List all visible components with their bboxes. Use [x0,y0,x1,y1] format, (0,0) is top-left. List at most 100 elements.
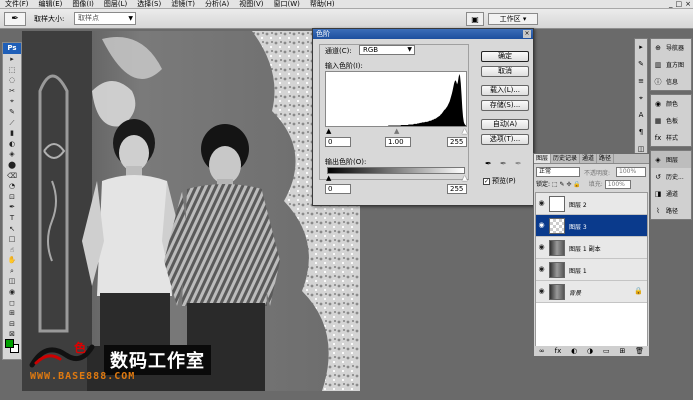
tool-button-icon[interactable]: ⌕ [3,266,21,277]
gamma-slider[interactable]: ▲ [394,128,399,135]
menu-layer[interactable]: 图层(L) [99,0,132,9]
menu-window[interactable]: 窗口(W) [268,0,304,9]
tool-button-icon[interactable]: ✋ [3,255,21,266]
cancel-button[interactable]: 取消 [481,66,529,77]
tool-button-icon[interactable]: ◫ [3,276,21,287]
tool-button-icon[interactable]: ◻ [3,298,21,309]
layer-mask-icon[interactable]: ◐ [571,347,577,355]
menu-analysis[interactable]: 分析(A) [200,0,234,9]
tool-button-icon[interactable]: ✂ [3,86,21,97]
black-eyedropper-icon[interactable]: ✒ [485,159,492,168]
menu-view[interactable]: 视图(V) [234,0,268,9]
tool-button-icon[interactable]: ◉ [3,287,21,298]
tool-button-icon[interactable]: ☝ [3,245,21,256]
gray-eyedropper-icon[interactable]: ✒ [500,159,507,168]
options-button[interactable]: 选项(T)... [481,134,529,145]
tab-channels[interactable]: 通道 [580,154,598,163]
output-black-slider[interactable]: ▲ [326,175,331,182]
tool-button-icon[interactable]: ▸ [3,54,21,65]
dock-item-swatches[interactable]: ▦ 色板 [651,112,691,129]
tool-button-icon[interactable]: T [3,213,21,224]
blend-mode-select[interactable]: 正常 [536,167,580,177]
eye-icon[interactable]: ◉ [537,287,546,296]
strip-tool-icon[interactable]: ▸ [635,39,647,56]
eye-icon[interactable]: ◉ [537,199,546,208]
sample-size-select[interactable]: 取样点 ▼ [74,12,136,25]
strip-presets-icon[interactable]: ≡ [635,73,647,90]
strip-paragraph-icon[interactable]: ¶ [635,124,647,141]
tool-button-icon[interactable]: ▮ [3,128,21,139]
input-white-field[interactable]: 255 [447,137,467,147]
eye-icon[interactable]: ◉ [537,265,546,274]
tab-layers[interactable]: 图层 [534,154,552,163]
save-button[interactable]: 存储(S)... [481,100,529,111]
channel-select[interactable]: RGB ▼ [359,45,415,55]
strip-brush-icon[interactable]: ✎ [635,56,647,73]
dock-item-navigator[interactable]: ⊕ 导航器 [651,39,691,56]
new-layer-icon[interactable]: ⊞ [619,347,625,355]
link-layers-icon[interactable]: ∞ [539,347,545,355]
tool-button-icon[interactable]: ✎ [3,107,21,118]
load-button[interactable]: 载入(L)... [481,85,529,96]
layer-row[interactable]: ◉ 图层 2 [536,193,647,215]
tool-button-icon[interactable]: ⬤ [3,160,21,171]
white-eyedropper-icon[interactable]: ✒ [515,159,522,168]
tool-button-icon[interactable]: ◈ [3,149,21,160]
strip-character-icon[interactable]: A [635,107,647,124]
tool-button-icon[interactable]: ◌ [3,75,21,86]
preview-checkbox[interactable]: ✓ 预览(P) [483,176,516,186]
eye-icon[interactable]: ◉ [537,243,546,252]
dock-item-paths[interactable]: ⌇ 路径 [651,202,691,219]
tool-button-icon[interactable]: ⌖ [3,96,21,107]
layer-row[interactable]: ◉ 背景 🔒 [536,281,647,303]
tool-preset-picker[interactable]: ✒ [4,12,26,26]
lock-icons[interactable]: ⬚ ✎ ✢ 🔒 [552,181,583,188]
document-canvas[interactable]: 色 数码工作室 WWW.BASE888.COM [22,31,360,391]
menu-help[interactable]: 帮助(H) [305,0,340,9]
close-icon[interactable]: × [523,30,531,38]
tool-button-icon[interactable]: ↖ [3,224,21,235]
menu-edit[interactable]: 编辑(E) [34,0,68,9]
minimize-button[interactable]: _ [669,0,673,9]
tool-button-icon[interactable]: ⌫ [3,171,21,182]
dock-item-histogram[interactable]: ▥ 直方图 [651,56,691,73]
black-point-slider[interactable]: ▲ [326,128,331,135]
layer-row[interactable]: ◉ 图层 1 [536,259,647,281]
layer-row[interactable]: ◉ 图层 1 副本 [536,237,647,259]
opacity-field[interactable]: 100% [616,167,646,177]
menu-select[interactable]: 选择(S) [132,0,166,9]
maximize-button[interactable]: □ [676,0,683,9]
layer-style-icon[interactable]: fx [555,347,562,355]
dock-item-styles[interactable]: fx 样式 [651,129,691,146]
input-gamma-field[interactable]: 1.00 [385,137,411,147]
menu-image[interactable]: 图像(I) [67,0,99,9]
dialog-title-bar[interactable]: 色阶 × [313,29,533,39]
tool-button-icon[interactable]: ⊡ [3,192,21,203]
input-black-field[interactable]: 0 [325,137,351,147]
dock-item-layers[interactable]: ◈ 图层 [651,151,691,168]
output-white-slider[interactable]: ▲ [462,175,467,182]
tool-button-icon[interactable]: ⊞ [3,308,21,319]
tool-button-icon[interactable]: ⊟ [3,319,21,330]
ok-button[interactable]: 确定 [481,51,529,62]
fill-field[interactable]: 100% [604,180,631,189]
output-white-field[interactable]: 255 [447,184,467,194]
menu-file[interactable]: 文件(F) [0,0,34,9]
auto-button[interactable]: 自动(A) [481,119,529,130]
new-group-icon[interactable]: ▭ [603,347,610,355]
workspace-icon-button[interactable]: ▣ [466,12,484,26]
tool-button-icon[interactable]: ⟋ [3,118,21,129]
trash-icon[interactable]: 🗑 [635,347,644,355]
close-button[interactable]: × [685,0,691,9]
dock-item-channels[interactable]: ◨ 通道 [651,185,691,202]
tab-history[interactable]: 历史记录 [551,154,581,163]
adjustment-layer-icon[interactable]: ◑ [587,347,593,355]
dock-item-info[interactable]: ⓘ 信息 [651,73,691,90]
dock-item-history[interactable]: ↺ 历史... [651,168,691,185]
output-black-field[interactable]: 0 [325,184,351,194]
tool-button-icon[interactable]: ◔ [3,181,21,192]
tab-paths[interactable]: 路径 [597,154,615,163]
eye-icon[interactable]: ◉ [537,221,546,230]
tool-button-icon[interactable]: ⬚ [3,65,21,76]
menu-filter[interactable]: 滤镜(T) [166,0,200,9]
